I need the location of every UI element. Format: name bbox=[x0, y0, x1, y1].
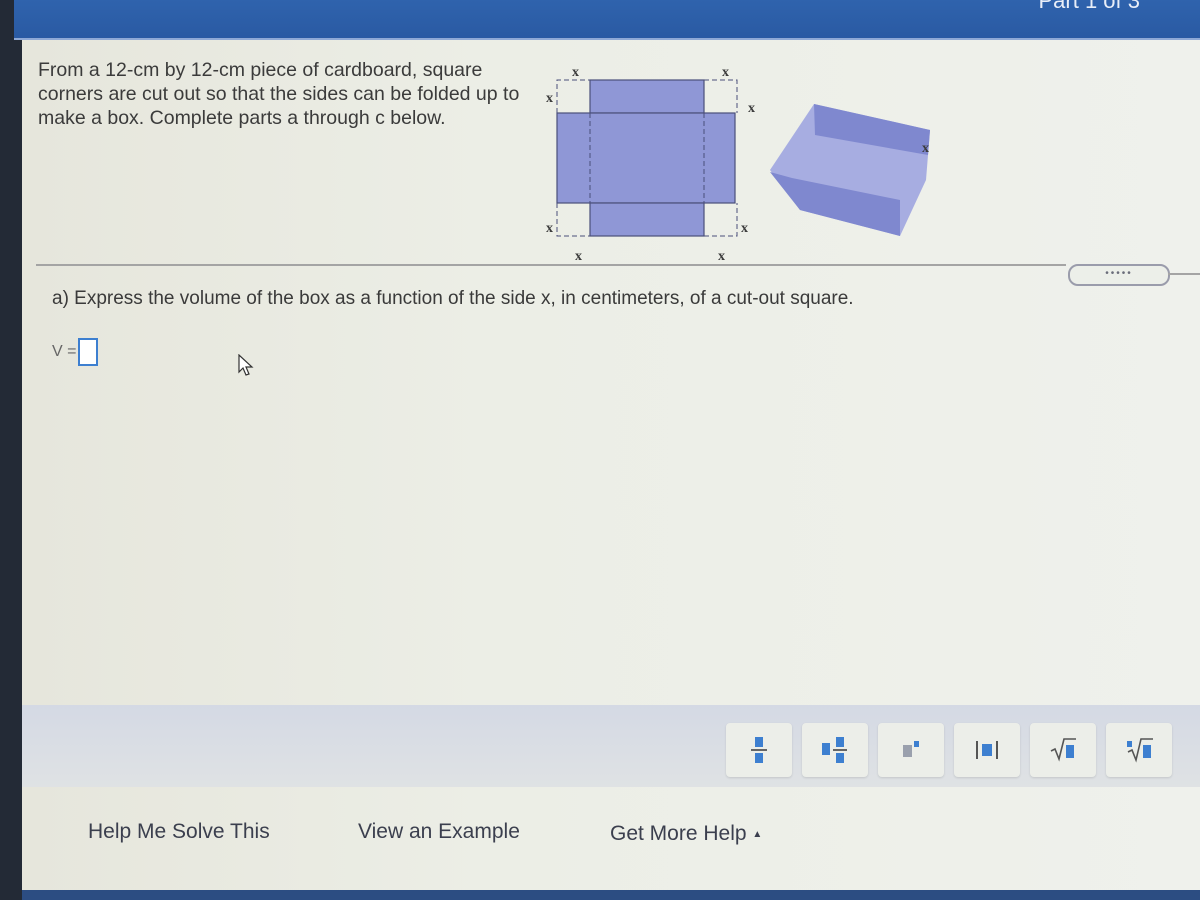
view-an-example-link[interactable]: View an Example bbox=[358, 820, 520, 844]
corner-label-x: x bbox=[575, 249, 582, 264]
volume-label: V = bbox=[52, 343, 77, 360]
header-bar: Part 1 of 3 bbox=[14, 0, 1200, 40]
corner-label-x: x bbox=[722, 65, 729, 80]
folded-box bbox=[770, 104, 930, 236]
corner-label-x: x bbox=[546, 221, 553, 236]
question-panel: From a 12-cm by 12-cm piece of cardboard… bbox=[22, 40, 1200, 890]
corner-label-x: x bbox=[546, 91, 553, 106]
corner-label-x: x bbox=[572, 65, 579, 80]
get-more-help-link[interactable]: Get More Help ▲ bbox=[610, 822, 762, 846]
box-height-label-x: x bbox=[922, 141, 929, 156]
corner-label-x: x bbox=[741, 221, 748, 236]
section-divider bbox=[36, 264, 1066, 266]
caret-up-icon: ▲ bbox=[752, 828, 763, 840]
bottom-bar bbox=[22, 890, 1200, 900]
square-root-button[interactable] bbox=[1030, 723, 1096, 777]
exponent-button[interactable] bbox=[878, 723, 944, 777]
problem-figure: x x x x x x x x x bbox=[530, 50, 950, 275]
help-me-solve-this-link[interactable]: Help Me Solve This bbox=[88, 820, 270, 844]
expand-more-button[interactable]: ••••• bbox=[1068, 264, 1170, 286]
answer-row: V = bbox=[52, 338, 99, 366]
volume-answer-input[interactable] bbox=[78, 338, 99, 366]
square-root-icon bbox=[1050, 738, 1076, 762]
exponent-icon bbox=[903, 741, 919, 757]
nth-root-button[interactable] bbox=[1106, 723, 1172, 777]
math-toolbar bbox=[22, 705, 1200, 787]
mixed-number-button[interactable] bbox=[802, 723, 868, 777]
cardboard-diagram: x x x x x x x x x bbox=[546, 65, 930, 264]
screen-bezel bbox=[0, 0, 22, 900]
absolute-value-icon bbox=[976, 741, 998, 759]
help-bar: Help Me Solve This View an Example Get M… bbox=[22, 800, 1200, 890]
corner-label-x: x bbox=[748, 101, 755, 116]
mouse-cursor-icon bbox=[238, 354, 254, 376]
flat-net bbox=[556, 79, 738, 237]
fraction-button[interactable] bbox=[726, 723, 792, 777]
mixed-number-icon bbox=[822, 737, 847, 763]
section-divider bbox=[1168, 273, 1200, 275]
corner-label-x: x bbox=[718, 249, 725, 264]
problem-statement: From a 12-cm by 12-cm piece of cardboard… bbox=[38, 59, 520, 129]
fraction-icon bbox=[751, 737, 767, 763]
absolute-value-button[interactable] bbox=[954, 723, 1020, 777]
part-indicator: Part 1 of 3 bbox=[1038, 0, 1140, 13]
nth-root-icon bbox=[1127, 738, 1153, 763]
part-a-question: a) Express the volume of the box as a fu… bbox=[52, 288, 854, 309]
get-more-help-label: Get More Help bbox=[610, 822, 747, 845]
